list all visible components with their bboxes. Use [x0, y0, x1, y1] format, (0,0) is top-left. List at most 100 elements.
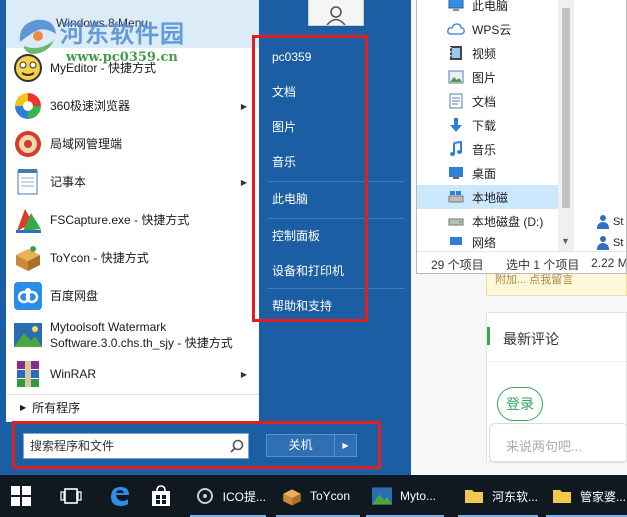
start-button[interactable]: [10, 475, 40, 517]
wps-cloud-icon: [447, 21, 465, 37]
nav-item-network[interactable]: 网络: [417, 233, 558, 251]
nav-item-downloads[interactable]: 下载: [417, 113, 558, 137]
login-button[interactable]: 登录: [497, 387, 543, 421]
ico-tool-icon: [194, 484, 217, 508]
program-label-line2: Software.3.0.chs.th_sjy - 快捷方式: [50, 336, 233, 350]
comment-input[interactable]: 来说两句吧...: [489, 423, 627, 463]
latest-comments-panel: 最新评论 登录 来说两句吧...: [486, 312, 627, 463]
program-item-notepad[interactable]: 记事本 ▶: [6, 164, 259, 200]
nav-item-label: 本地磁: [472, 190, 509, 205]
shutdown-button[interactable]: 关机: [267, 435, 334, 456]
places-divider: [267, 218, 405, 219]
nav-item-videos[interactable]: 视频: [417, 41, 558, 65]
taskbar-item-folder-guanjiapo[interactable]: 管家婆...: [546, 475, 627, 517]
comments-accent-bar: [487, 327, 490, 345]
download-icon: [447, 117, 465, 133]
nav-item-documents[interactable]: 文档: [417, 89, 558, 113]
program-item-watermark-software[interactable]: Mytoolsoft Watermark Software.3.0.chs.th…: [6, 316, 259, 354]
menu-title: Windows 8 Menu: [56, 16, 149, 30]
nav-item-local-disk-d[interactable]: 本地磁盘 (D:): [417, 209, 558, 233]
search-area: [6, 422, 259, 475]
edge-browser-button[interactable]: [108, 475, 134, 517]
pictures-icon: [447, 69, 465, 85]
all-programs-button[interactable]: ▶ 所有程序: [6, 394, 259, 420]
taskbar-item-label: Myto...: [400, 489, 437, 503]
folder-icon: [462, 484, 486, 508]
baidu-netdisk-icon: [12, 280, 44, 312]
user-avatar[interactable]: [308, 0, 364, 26]
place-item-pictures[interactable]: 图片: [259, 112, 409, 142]
search-box[interactable]: [23, 433, 249, 459]
taskbar: ICO提... ToYcon Myto... 河东软... 管家婆...: [0, 475, 627, 517]
toycon-icon: [280, 484, 304, 508]
places-divider: [267, 181, 405, 182]
nav-item-label: 网络: [472, 235, 497, 250]
place-item-help-support[interactable]: 帮助和支持: [259, 291, 409, 321]
nav-item-label: 文档: [472, 94, 497, 109]
all-programs-label: 所有程序: [32, 401, 81, 415]
nav-item-desktop[interactable]: 桌面: [417, 161, 558, 185]
local-disk-icon: [447, 189, 465, 205]
program-item-lan-manager[interactable]: 局域网管理端: [6, 126, 259, 162]
taskbar-item-mytoolsoft[interactable]: Myto...: [366, 475, 444, 517]
user-icon: [596, 236, 610, 250]
user-icon: [326, 6, 346, 25]
nav-scrollbar[interactable]: ▼: [558, 0, 574, 251]
place-item-devices-printers[interactable]: 设备和打印机: [259, 256, 409, 286]
nav-item-pictures[interactable]: 图片: [417, 65, 558, 89]
task-view-icon: [60, 488, 82, 504]
file-row[interactable]: St: [596, 233, 623, 253]
video-icon: [447, 45, 465, 61]
notepad-icon: [12, 166, 44, 198]
program-label: MyEditor - 快捷方式: [50, 61, 157, 75]
shutdown-options-arrow-icon[interactable]: ▶: [334, 435, 356, 456]
nav-item-wps-cloud[interactable]: WPS云: [417, 17, 558, 41]
program-label: Mytoolsoft Watermark Software.3.0.chs.th…: [50, 319, 233, 351]
place-item-music[interactable]: 音乐: [259, 147, 409, 177]
task-view-button[interactable]: [60, 475, 86, 517]
taskbar-item-toycon[interactable]: ToYcon: [276, 475, 360, 517]
search-input[interactable]: [24, 435, 226, 457]
places-divider: [267, 288, 405, 289]
nav-item-this-pc[interactable]: 此电脑: [417, 0, 558, 17]
program-item-myeditor[interactable]: MyEditor - 快捷方式: [6, 50, 259, 86]
scroll-down-arrow-icon[interactable]: ▼: [561, 236, 570, 246]
program-item-360-browser[interactable]: 360极速浏览器 ▶: [6, 88, 259, 124]
program-item-fscapture[interactable]: FSCapture.exe - 快捷方式: [6, 202, 259, 238]
nav-item-music[interactable]: 音乐: [417, 137, 558, 161]
nav-item-local-disk-c[interactable]: 本地磁: [417, 185, 558, 209]
shutdown-group: 关机 ▶: [266, 434, 357, 457]
network-icon: [447, 234, 465, 250]
program-label: 记事本: [50, 175, 87, 189]
nav-item-label: 音乐: [472, 142, 497, 157]
submenu-arrow-icon: ▶: [240, 177, 247, 187]
toycon-icon: [12, 242, 44, 274]
store-button[interactable]: [150, 475, 176, 517]
place-item-this-pc[interactable]: 此电脑: [259, 184, 409, 214]
start-menu: Windows 8 Menu MyEditor - 快捷方式 360极速浏览器 …: [0, 0, 411, 475]
taskbar-item-folder-hedong[interactable]: 河东软...: [458, 475, 538, 517]
myeditor-icon: [12, 52, 44, 84]
watermark-software-icon: [12, 319, 44, 351]
360-browser-icon: [12, 90, 44, 122]
lan-manager-icon: [12, 128, 44, 160]
place-item-documents[interactable]: 文档: [259, 77, 409, 107]
taskbar-item-label: ToYcon: [310, 489, 351, 503]
place-item-control-panel[interactable]: 控制面板: [259, 221, 409, 251]
program-item-baidu-netdisk[interactable]: 百度网盘: [6, 278, 259, 314]
file-row[interactable]: St: [596, 212, 623, 232]
pc-icon: [447, 0, 465, 13]
taskbar-item-ico-tool[interactable]: ICO提...: [190, 475, 266, 517]
program-item-toycon[interactable]: ToYcon - 快捷方式: [6, 240, 259, 276]
nav-item-label: 图片: [472, 70, 497, 85]
place-item-user-folder[interactable]: pc0359: [259, 42, 409, 72]
program-item-windows-menu[interactable]: Windows 8 Menu: [6, 0, 259, 48]
windows-logo-icon: [11, 486, 31, 506]
nav-item-label: 本地磁盘 (D:): [472, 214, 544, 229]
program-item-winrar[interactable]: WinRAR ▶: [6, 356, 259, 392]
explorer-file-pane: St St: [574, 0, 626, 253]
user-icon: [596, 215, 610, 229]
nav-scrollbar-thumb[interactable]: [562, 8, 570, 208]
nav-item-label: 下载: [472, 118, 497, 133]
search-icon[interactable]: [226, 435, 248, 457]
